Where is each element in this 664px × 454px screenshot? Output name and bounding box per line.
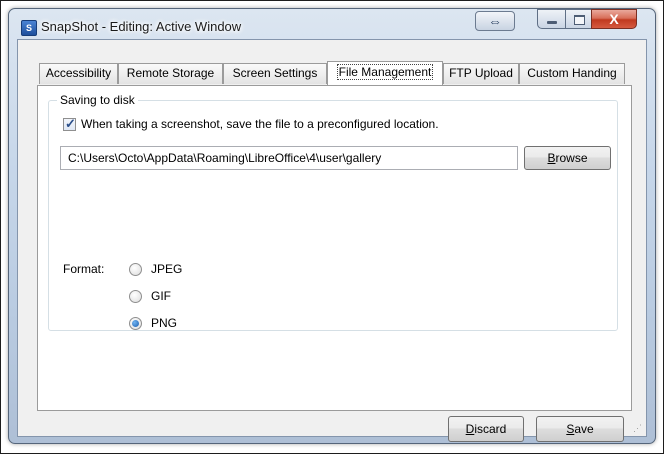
- save-path-input[interactable]: C:\Users\Octo\AppData\Roaming\LibreOffic…: [60, 146, 518, 170]
- tab-accessibility[interactable]: Accessibility: [39, 63, 118, 84]
- tab-label: Remote Storage: [126, 66, 215, 80]
- snapshot-window: S SnapShot - Editing: Active Window ⇔ X …: [8, 8, 656, 444]
- tab-label: Screen Settings: [232, 66, 318, 80]
- close-button[interactable]: X: [591, 9, 637, 29]
- close-icon: X: [609, 11, 619, 27]
- snapshot-app-icon[interactable]: S: [21, 20, 37, 36]
- radio-gif[interactable]: [129, 290, 142, 303]
- browse-mnemonic: B: [547, 151, 556, 165]
- save-button[interactable]: Save: [536, 416, 624, 442]
- tab-remote-storage[interactable]: Remote Storage: [118, 63, 223, 84]
- file-management-panel: Saving to disk ✓ When taking a screensho…: [37, 85, 632, 411]
- tab-ftp-upload[interactable]: FTP Upload: [443, 63, 519, 84]
- browse-button[interactable]: Browse: [524, 146, 611, 170]
- title-bar[interactable]: S SnapShot - Editing: Active Window ⇔ X: [9, 9, 655, 41]
- resize-arrows-icon[interactable]: ⇔: [475, 11, 515, 31]
- minimize-icon: [547, 21, 557, 24]
- format-label: Format:: [63, 262, 105, 276]
- radio-label-gif[interactable]: GIF: [151, 289, 171, 303]
- radio-jpeg[interactable]: [129, 263, 142, 276]
- saving-to-disk-group: Saving to disk ✓ When taking a screensho…: [48, 93, 618, 331]
- resize-grip-icon[interactable]: ⋰: [633, 423, 643, 433]
- save-to-location-checkbox[interactable]: ✓: [63, 116, 76, 131]
- tab-custom-handing[interactable]: Custom Handing: [519, 63, 625, 84]
- minimize-button[interactable]: [537, 9, 566, 29]
- tab-screen-settings[interactable]: Screen Settings: [223, 63, 327, 84]
- radio-png[interactable]: [129, 317, 142, 330]
- tab-label: FTP Upload: [449, 66, 513, 80]
- window-title: SnapShot - Editing: Active Window: [41, 19, 242, 34]
- checkmark-icon: ✓: [65, 116, 76, 131]
- save-to-location-label[interactable]: When taking a screenshot, save the file …: [81, 117, 439, 131]
- discard-button[interactable]: Discard: [448, 416, 524, 442]
- browse-label: rowse: [555, 151, 588, 165]
- discard-label: iscard: [474, 422, 507, 436]
- tab-label: Custom Handing: [527, 66, 617, 80]
- maximize-button[interactable]: [565, 9, 592, 29]
- radio-label-png[interactable]: PNG: [151, 316, 177, 330]
- maximize-icon: [574, 15, 585, 25]
- dialog-client-area: Accessibility Remote Storage Screen Sett…: [17, 39, 647, 442]
- tab-label: File Management: [336, 64, 434, 80]
- save-label: ave: [574, 422, 594, 436]
- tab-label: Accessibility: [45, 66, 112, 80]
- tab-file-management[interactable]: File Management: [327, 61, 443, 85]
- group-title: Saving to disk: [57, 93, 138, 107]
- radio-label-jpeg[interactable]: JPEG: [151, 262, 182, 276]
